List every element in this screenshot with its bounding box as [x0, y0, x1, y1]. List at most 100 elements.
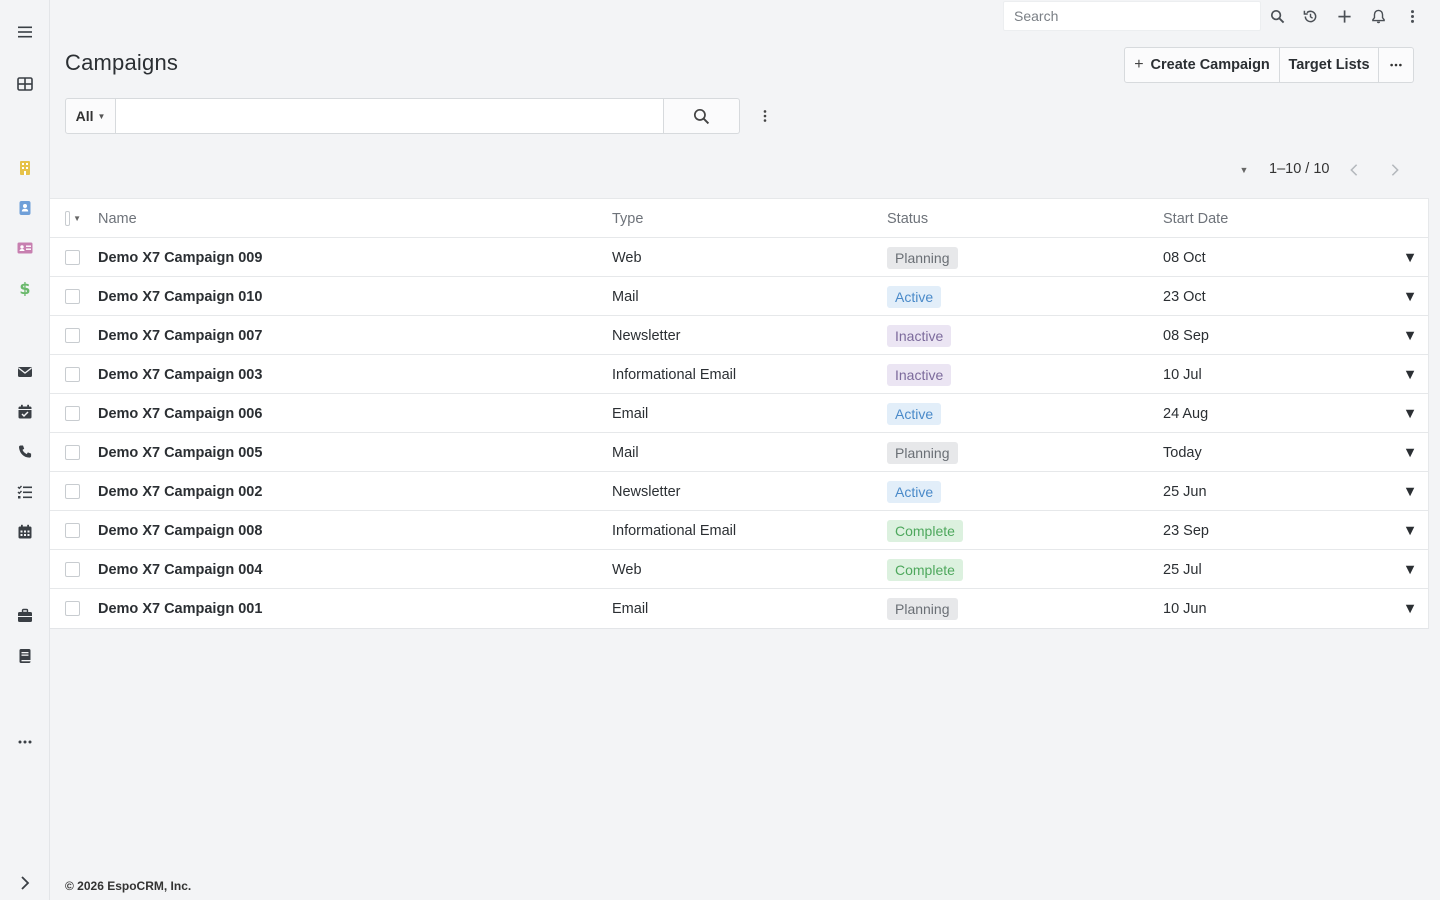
campaign-name-cell: Demo X7 Campaign 009 — [98, 238, 262, 277]
contact-card-icon — [19, 201, 30, 215]
sidebar-item-knowledge-base[interactable] — [0, 640, 49, 672]
notifications-button[interactable] — [1362, 0, 1394, 32]
row-select[interactable] — [65, 355, 81, 394]
campaign-name-link[interactable]: Demo X7 Campaign 004 — [98, 562, 262, 578]
row-select[interactable] — [65, 316, 81, 355]
next-page-button[interactable] — [1381, 156, 1409, 184]
envelope-icon — [17, 367, 32, 377]
create-campaign-button[interactable]: + Create Campaign — [1124, 47, 1280, 83]
status-cell: Planning — [887, 238, 958, 277]
start-date: 08 Sep — [1163, 327, 1209, 344]
select-all-control[interactable]: ▼ — [65, 199, 81, 238]
table-row: Demo X7 Campaign 004 Web Complete 25 Jul ▼ — [50, 550, 1428, 589]
sidebar-item-cases[interactable] — [0, 600, 49, 632]
row-select[interactable] — [65, 472, 81, 511]
status-cell: Complete — [887, 550, 963, 589]
caret-down-icon: ▼ — [1402, 366, 1418, 383]
sidebar-item-emails[interactable] — [0, 356, 49, 388]
campaign-name-link[interactable]: Demo X7 Campaign 006 — [98, 406, 262, 422]
caret-down-icon: ▼ — [97, 111, 106, 121]
status-cell: Inactive — [887, 316, 952, 355]
sidebar-item-meetings[interactable] — [0, 396, 49, 428]
pagination-settings-dropdown[interactable]: ▼ — [1236, 160, 1252, 180]
row-actions-button[interactable]: ▼ — [1400, 355, 1420, 394]
row-checkbox[interactable] — [65, 445, 80, 460]
campaign-name-link[interactable]: Demo X7 Campaign 009 — [98, 250, 262, 266]
status-badge: Complete — [887, 519, 963, 542]
row-actions-button[interactable]: ▼ — [1400, 589, 1420, 628]
sidebar-expand-button[interactable] — [0, 867, 49, 899]
previous-page-button[interactable] — [1340, 156, 1368, 184]
quick-create-button[interactable] — [1328, 0, 1360, 32]
plus-icon: + — [1134, 56, 1144, 73]
sidebar-item-opportunities[interactable]: $ — [0, 272, 49, 304]
row-actions-button[interactable]: ▼ — [1400, 316, 1420, 355]
filter-options-button[interactable] — [752, 98, 778, 134]
global-search-button[interactable] — [1261, 0, 1293, 32]
filter-scope-dropdown[interactable]: All ▼ — [65, 98, 116, 134]
row-select[interactable] — [65, 277, 81, 316]
campaign-name-cell: Demo X7 Campaign 001 — [98, 589, 262, 628]
campaign-name-link[interactable]: Demo X7 Campaign 010 — [98, 289, 262, 305]
vertical-dots-icon — [763, 110, 767, 122]
more-actions-button[interactable] — [1379, 47, 1414, 83]
row-actions-button[interactable]: ▼ — [1400, 277, 1420, 316]
caret-down-icon: ▼ — [1402, 288, 1418, 305]
status-cell: Active — [887, 277, 942, 316]
row-select[interactable] — [65, 550, 81, 589]
campaign-name-link[interactable]: Demo X7 Campaign 007 — [98, 328, 262, 344]
target-lists-button[interactable]: Target Lists — [1280, 47, 1379, 83]
history-button[interactable] — [1294, 0, 1326, 32]
menu-toggle-button[interactable] — [0, 16, 49, 48]
campaign-name-link[interactable]: Demo X7 Campaign 005 — [98, 445, 262, 461]
row-checkbox[interactable] — [65, 289, 80, 304]
row-actions-button[interactable]: ▼ — [1400, 433, 1420, 472]
row-checkbox[interactable] — [65, 523, 80, 538]
row-select[interactable] — [65, 394, 81, 433]
row-actions-button[interactable]: ▼ — [1400, 472, 1420, 511]
column-header-start-date[interactable]: Start Date — [1163, 199, 1228, 238]
row-checkbox[interactable] — [65, 601, 80, 616]
campaign-name-link[interactable]: Demo X7 Campaign 002 — [98, 484, 262, 500]
campaign-name-link[interactable]: Demo X7 Campaign 008 — [98, 523, 262, 539]
sidebar-item-accounts[interactable] — [0, 152, 49, 184]
row-select[interactable] — [65, 589, 81, 628]
column-header-name[interactable]: Name — [98, 199, 137, 238]
row-checkbox[interactable] — [65, 328, 80, 343]
list-search-input[interactable] — [116, 98, 664, 134]
column-header-status[interactable]: Status — [887, 199, 928, 238]
campaign-name-link[interactable]: Demo X7 Campaign 003 — [98, 367, 262, 383]
row-checkbox[interactable] — [65, 367, 80, 382]
column-header-type[interactable]: Type — [612, 199, 643, 238]
sidebar-item-tasks[interactable] — [0, 476, 49, 508]
sidebar-item-calendar[interactable] — [0, 516, 49, 548]
global-search-input[interactable] — [1003, 1, 1261, 31]
row-actions-button[interactable]: ▼ — [1400, 238, 1420, 277]
sidebar-item-calls[interactable] — [0, 436, 49, 468]
row-checkbox[interactable] — [65, 484, 80, 499]
campaign-name-link[interactable]: Demo X7 Campaign 001 — [98, 601, 262, 617]
sidebar-more-button[interactable] — [0, 726, 49, 758]
tasks-icon — [17, 485, 32, 499]
sidebar-item-leads[interactable] — [0, 232, 49, 264]
row-actions-button[interactable]: ▼ — [1400, 394, 1420, 433]
row-actions-button[interactable]: ▼ — [1400, 511, 1420, 550]
select-all-checkbox[interactable] — [65, 211, 71, 226]
table-body: Demo X7 Campaign 009 Web Planning 08 Oct ▼ De… — [50, 238, 1428, 628]
row-select[interactable] — [65, 238, 81, 277]
list-search-button[interactable] — [664, 98, 740, 134]
row-checkbox[interactable] — [65, 250, 80, 265]
sidebar-item-contacts[interactable] — [0, 192, 49, 224]
campaign-type: Web — [612, 561, 642, 578]
campaign-name-cell: Demo X7 Campaign 002 — [98, 472, 262, 511]
user-menu-button[interactable] — [1396, 0, 1428, 32]
sidebar-item-home[interactable] — [0, 68, 49, 100]
table-row: Demo X7 Campaign 008 Informational Email C… — [50, 511, 1428, 550]
row-actions-button[interactable]: ▼ — [1400, 550, 1420, 589]
row-select[interactable] — [65, 511, 81, 550]
row-select[interactable] — [65, 433, 81, 472]
table-row: Demo X7 Campaign 009 Web Planning 08 Oct ▼ — [50, 238, 1428, 277]
row-checkbox[interactable] — [65, 406, 80, 421]
row-checkbox[interactable] — [65, 562, 80, 577]
calendar-check-icon — [18, 404, 31, 419]
